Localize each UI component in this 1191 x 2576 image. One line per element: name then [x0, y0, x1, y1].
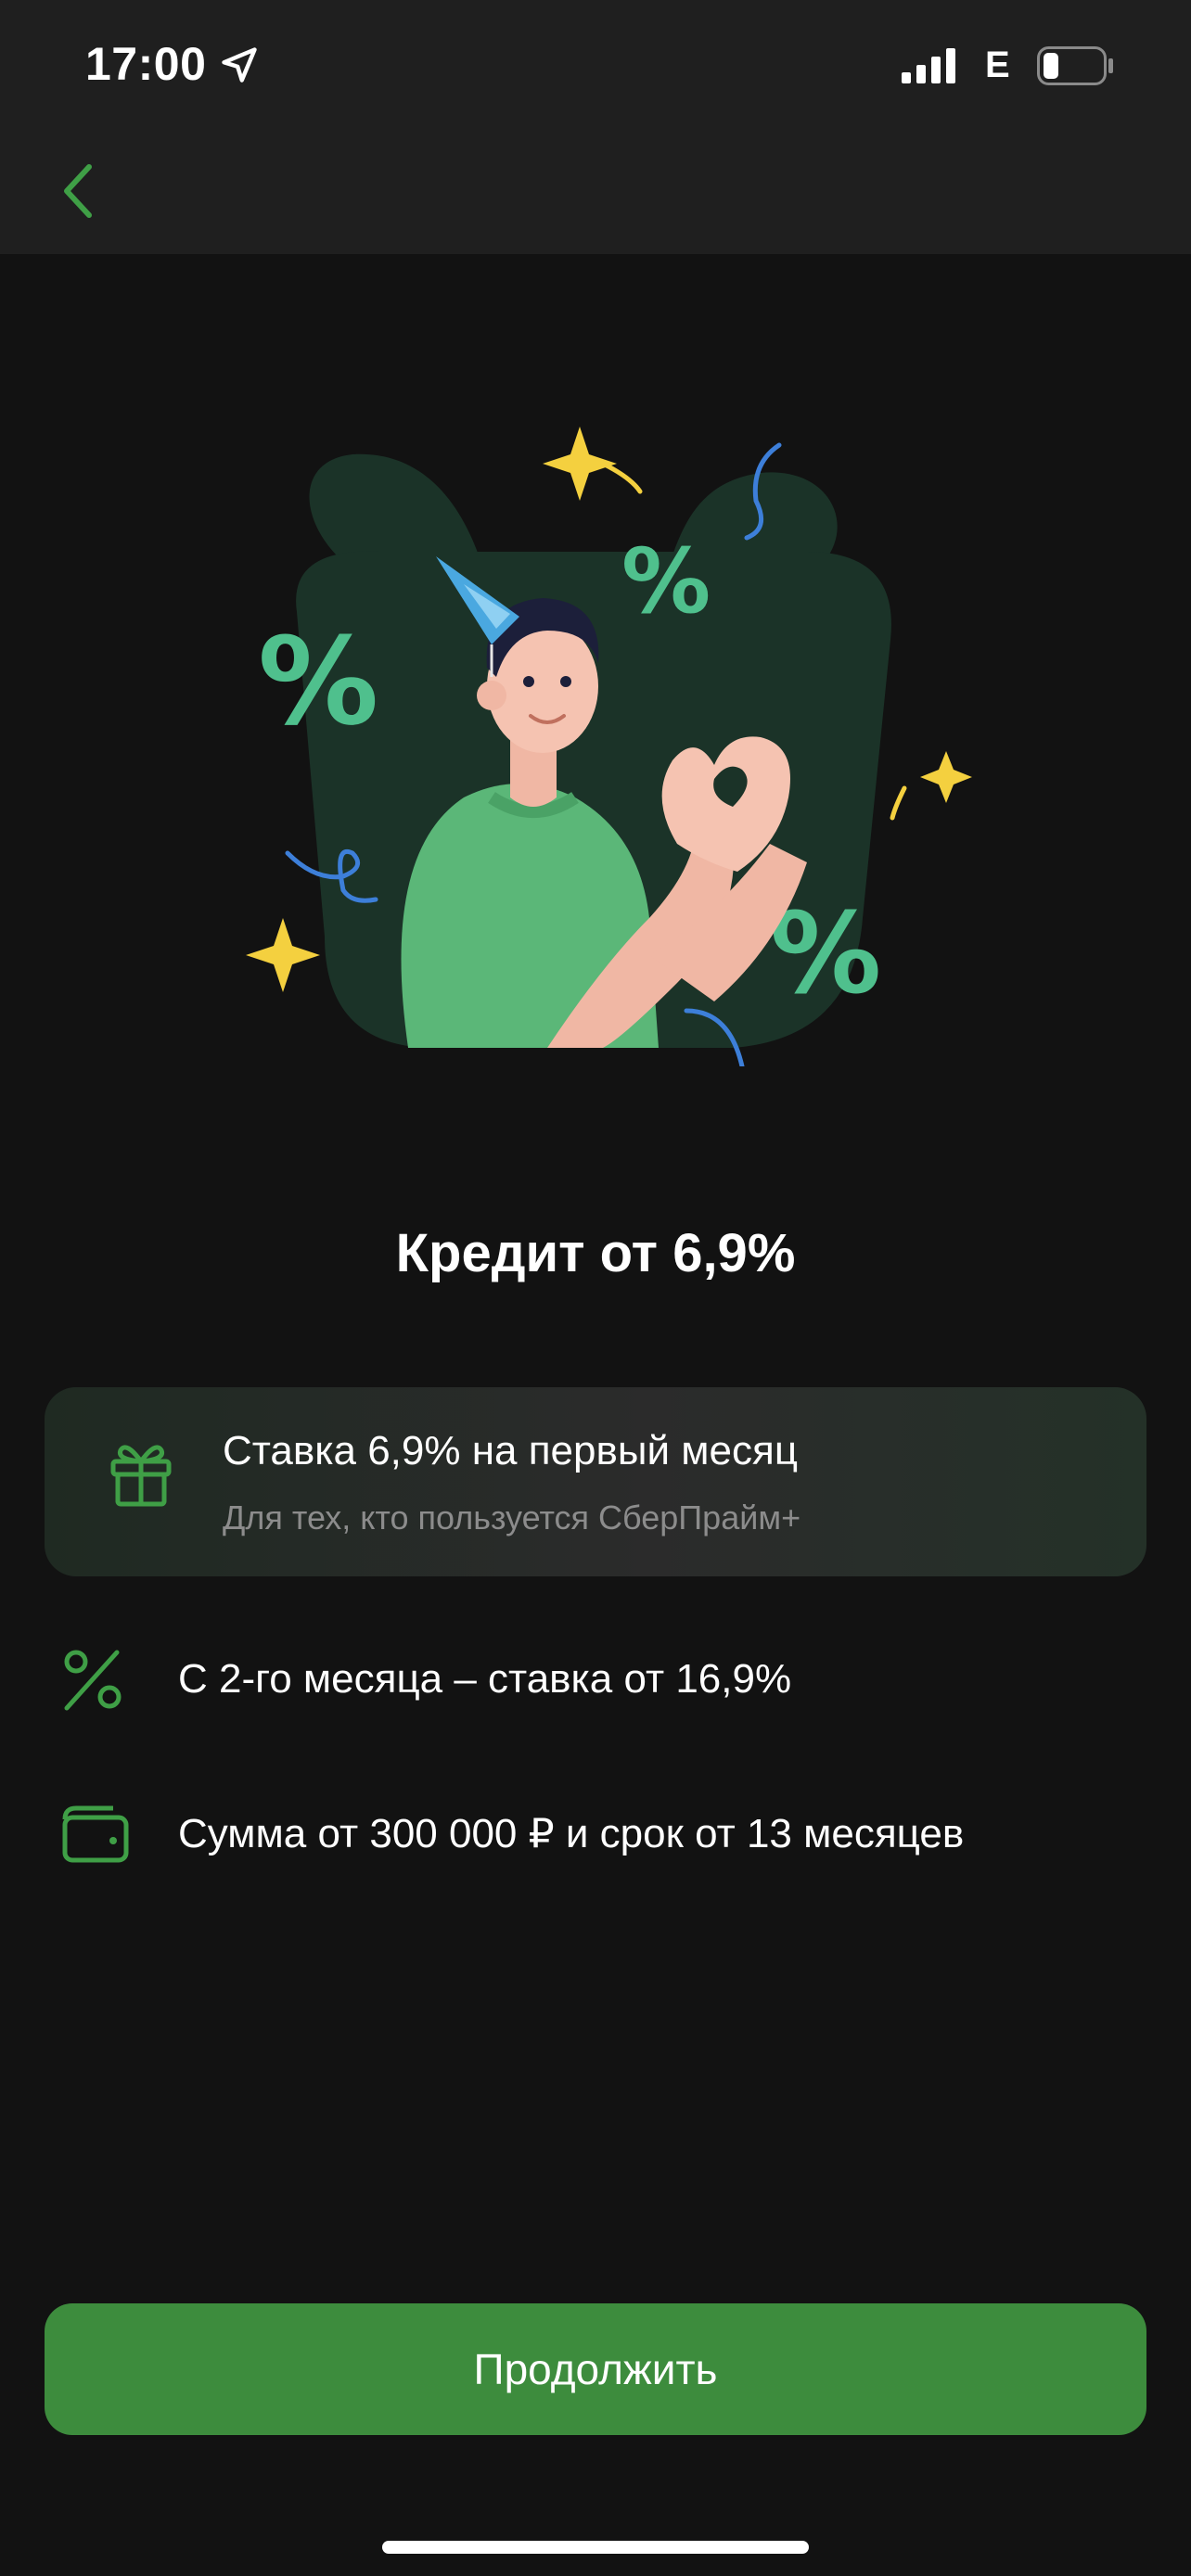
svg-text:%: %: [258, 611, 378, 752]
status-time: 17:00: [85, 38, 207, 90]
gift-icon: [110, 1445, 172, 1507]
credit-offer-screen: 17:00 E % % % Кредит от 6,9% Ставка 6,9%…: [0, 0, 1191, 2576]
celebrating-person-gift-illustration: % % %: [246, 427, 972, 1066]
feature-rate-from-second-month: С 2-го месяца – ставка от 16,9%: [56, 1638, 1150, 1721]
continue-button[interactable]: Продолжить: [45, 2303, 1146, 2435]
chevron-left-icon: [64, 164, 92, 218]
battery-icon: [1037, 46, 1113, 85]
svg-text:%: %: [621, 529, 711, 633]
location-arrow-icon: [222, 47, 257, 83]
back-button[interactable]: [48, 154, 108, 228]
percent-icon: [64, 1650, 122, 1711]
home-indicator: [382, 2541, 809, 2554]
promo-subtitle: Для тех, кто пользуется СберПрайм+: [223, 1498, 801, 1537]
signal-icon: [902, 48, 955, 83]
feature-text: Сумма от 300 000 ₽ и срок от 13 месяцев: [178, 1811, 965, 1856]
feature-amount-and-term: Сумма от 300 000 ₽ и срок от 13 месяцев: [56, 1792, 1150, 1875]
feature-text: С 2-го месяца – ставка от 16,9%: [178, 1656, 792, 1702]
wallet-icon: [62, 1805, 129, 1863]
page-title: Кредит от 6,9%: [395, 1223, 796, 1283]
promo-title: Ставка 6,9% на первый месяц: [223, 1428, 799, 1473]
network-type: E: [985, 45, 1010, 85]
top-bar: 17:00 E: [0, 0, 1191, 254]
promo-card: Ставка 6,9% на первый месяц Для тех, кто…: [45, 1387, 1146, 1576]
